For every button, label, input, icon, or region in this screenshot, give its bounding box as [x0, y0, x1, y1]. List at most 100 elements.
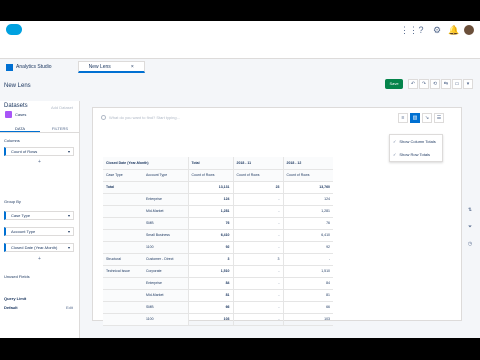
- table-cell: 3: [187, 253, 233, 266]
- add-dataset-link[interactable]: Add Dataset: [51, 105, 73, 110]
- help-icon[interactable]: ?: [416, 25, 426, 35]
- sql-icon[interactable]: ↘: [422, 113, 432, 123]
- table-row: SMB 66-66: [103, 301, 333, 314]
- table-cell: 92: [187, 241, 233, 254]
- table-options-icon[interactable]: ☰: [434, 113, 444, 123]
- column-group-total: Total: [187, 157, 233, 170]
- table-view-icon[interactable]: ≡: [398, 113, 408, 123]
- history-icon[interactable]: ◷: [466, 240, 474, 248]
- apps-grid-icon[interactable]: ⋮⋮: [400, 25, 418, 35]
- chart-view-icon[interactable]: ▥: [410, 113, 420, 123]
- more-icon[interactable]: ▾: [463, 79, 473, 89]
- table-cell: -: [232, 205, 283, 218]
- settings-icon[interactable]: ⚙: [432, 25, 442, 35]
- add-group-icon[interactable]: +: [38, 256, 41, 262]
- redo-icon[interactable]: ↷: [419, 79, 429, 89]
- table-cell: Mid-Market: [143, 205, 188, 218]
- table-cell: [103, 217, 143, 230]
- table-cell: Small Business: [143, 229, 188, 242]
- notifications-icon[interactable]: 🔔: [448, 25, 459, 35]
- table-row: Small Business 6,410-6,410: [103, 229, 333, 242]
- sidebar-tabs: DATA FILTERS: [0, 124, 80, 133]
- unused-fields-label: Unused Fields: [4, 274, 30, 279]
- save-as-icon[interactable]: ▭: [452, 79, 462, 89]
- tab-filters[interactable]: FILTERS: [40, 124, 80, 132]
- query-bar[interactable]: What do you want to find? Start typing..…: [101, 115, 180, 121]
- table-cell: 13,131: [187, 181, 233, 194]
- add-measure-icon[interactable]: +: [38, 159, 41, 165]
- column-header: Count of Rows: [282, 169, 333, 182]
- right-panel-icons: ⇅ ⏷ ◷: [466, 206, 474, 248]
- tab-new-lens[interactable]: New Lens ×: [77, 61, 145, 73]
- menu-item-row-totals[interactable]: ✓ Show Row Totals: [390, 148, 442, 161]
- app-launcher[interactable]: Analytics Studio: [0, 63, 58, 71]
- table-cell: 1100: [143, 241, 188, 254]
- table-cell: [103, 229, 143, 242]
- table-cell: -: [282, 253, 333, 266]
- chevron-down-icon: ▾: [67, 149, 70, 154]
- datasets-title: Datasets: [4, 103, 28, 109]
- view-toggles: ≡ ▥ ↘ ☰: [398, 113, 444, 123]
- measure-field[interactable]: Count of Rows ▾: [4, 147, 74, 156]
- filter-icon[interactable]: ⏷: [466, 223, 474, 231]
- page-title: New Lens: [4, 83, 31, 89]
- table-cell: -: [232, 301, 283, 314]
- close-icon[interactable]: ×: [131, 64, 134, 70]
- check-icon: ✓: [393, 139, 397, 144]
- table-cell: 84: [282, 277, 333, 290]
- search-icon: [101, 115, 106, 121]
- group-field-account-type[interactable]: Account Type ▾: [4, 227, 74, 236]
- table-cell: 6,410: [282, 229, 333, 242]
- app-name: Analytics Studio: [16, 64, 52, 70]
- global-header: ⋮⋮ ? ⚙ 🔔: [0, 21, 480, 59]
- chevron-down-icon: ▾: [67, 213, 70, 218]
- table-cell: [103, 205, 143, 218]
- tab-label: New Lens: [88, 63, 111, 70]
- column-group-label: Closed Date (Year-Month): [103, 157, 188, 170]
- table-cell: -: [232, 265, 283, 278]
- measures-label: Columns: [4, 138, 20, 143]
- table-row: 1100 92-92: [103, 241, 333, 254]
- table-cell: 92: [282, 241, 333, 254]
- query-placeholder: What do you want to find? Start typing..…: [109, 115, 180, 120]
- tab-bar: Analytics Studio New Lens ×: [0, 61, 145, 73]
- table-cell: 124: [187, 193, 233, 206]
- table-row: Enterprise 124-124: [103, 193, 333, 206]
- avatar[interactable]: [464, 25, 474, 35]
- query-limit-edit[interactable]: Edit: [66, 305, 73, 310]
- share-icon[interactable]: ⇆: [441, 79, 451, 89]
- query-limit-label: Query Limit: [4, 296, 27, 301]
- table-cell: 1,281: [187, 205, 233, 218]
- properties-icon[interactable]: ⇅: [466, 206, 474, 214]
- table-cell: Total: [103, 181, 143, 194]
- table-cell: 1,281: [282, 205, 333, 218]
- column-header: Count of Rows: [187, 169, 233, 182]
- table-cell: 76: [187, 217, 233, 230]
- save-button[interactable]: Save: [385, 79, 403, 89]
- table-cell: -: [232, 241, 283, 254]
- query-limit-value: Default: [4, 305, 18, 310]
- menu-item-label: Show Row Totals: [399, 152, 430, 157]
- table-cell: 1,510: [187, 265, 233, 278]
- dataset-icon: [5, 111, 12, 118]
- table-cell: -: [232, 193, 283, 206]
- table-cell: 23: [232, 181, 283, 194]
- undo-icon[interactable]: ↶: [408, 79, 418, 89]
- table-cell: Enterprise: [143, 277, 188, 290]
- chevron-down-icon: ▾: [67, 229, 70, 234]
- group-field-closed-date[interactable]: Closed Date (Year-Month) ▾: [4, 243, 74, 252]
- reset-icon[interactable]: ⟲: [430, 79, 440, 89]
- group-field-case-type[interactable]: Case Type ▾: [4, 211, 74, 220]
- group-label: Case Type: [11, 213, 31, 218]
- lens-toolbar: ↶ ↷ ⟲ ⇆ ▭ ▾: [408, 79, 473, 89]
- dataset-name[interactable]: Cases: [15, 112, 26, 117]
- lens-canvas: What do you want to find? Start typing..…: [92, 107, 462, 326]
- table-cell: [103, 277, 143, 290]
- chevron-down-icon: ▾: [67, 245, 70, 250]
- table-row: Enterprise 84-84: [103, 277, 333, 290]
- tab-data[interactable]: DATA: [0, 124, 40, 132]
- table-cell: Customer - Direct: [143, 253, 188, 266]
- table-cell: 3: [232, 253, 283, 266]
- table-cell: [103, 301, 143, 314]
- menu-item-column-totals[interactable]: ✓ Show Column Totals: [390, 135, 442, 148]
